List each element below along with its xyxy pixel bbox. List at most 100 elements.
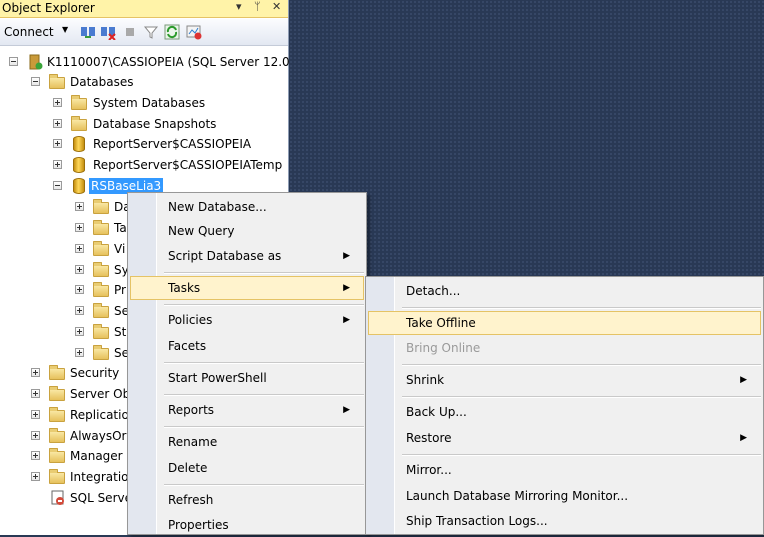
menu-item-policies[interactable]: Policies ▶ (130, 308, 364, 332)
expand-icon[interactable] (31, 389, 40, 398)
expand-icon[interactable] (31, 451, 40, 460)
collapse-icon[interactable] (9, 57, 18, 66)
menu-item-ship-transaction-logs[interactable]: Ship Transaction Logs... (368, 509, 761, 533)
collapse-icon[interactable] (53, 181, 62, 190)
expand-icon[interactable] (53, 98, 62, 107)
folder-icon (49, 365, 65, 380)
menu-item-back-up[interactable]: Back Up... (368, 400, 761, 424)
tree-node-child[interactable]: Ta (0, 218, 130, 238)
menu-item-take-offline[interactable]: Take Offline (368, 311, 761, 335)
tree-node-replication[interactable]: Replicatio (0, 405, 130, 425)
menu-item-new-database[interactable]: New Database... (130, 195, 364, 219)
activity-monitor-icon[interactable] (186, 24, 202, 40)
menu-item-script-database-as[interactable]: Script Database as ▶ (130, 244, 364, 268)
expand-icon[interactable] (75, 265, 84, 274)
expand-icon[interactable] (75, 202, 84, 211)
submenu-arrow-icon: ▶ (740, 433, 747, 443)
folder-icon (49, 469, 65, 484)
menu-item-mirror[interactable]: Mirror... (368, 458, 761, 482)
menu-item-tasks[interactable]: Tasks ▶ (130, 276, 364, 300)
menu-item-label: Bring Online (406, 341, 481, 355)
submenu-arrow-icon: ▶ (343, 251, 350, 261)
tree-node-child[interactable]: Se (0, 301, 130, 321)
tree-node-child[interactable]: Sy (0, 260, 130, 280)
menu-item-bring-online: Bring Online (368, 336, 761, 360)
folder-icon (93, 241, 109, 256)
tree-node-child[interactable]: Da (0, 197, 131, 217)
expand-icon[interactable] (53, 139, 62, 148)
tree-label: Security (70, 366, 120, 380)
window-position-dropdown-icon[interactable]: ▾ (236, 0, 242, 13)
menu-item-launch-mirroring-monitor[interactable]: Launch Database Mirroring Monitor... (368, 484, 761, 508)
tree-node-server-objects[interactable]: Server Ob (0, 384, 130, 404)
tasks-submenu: Detach... Take Offline Bring Online Shri… (365, 276, 764, 535)
connect-dropdown-icon[interactable]: ▼ (62, 25, 68, 34)
menu-item-reports[interactable]: Reports ▶ (130, 398, 364, 422)
filter-icon[interactable] (143, 24, 159, 40)
expand-icon[interactable] (31, 472, 40, 481)
expand-icon[interactable] (31, 431, 40, 440)
menu-item-label: Shrink (406, 373, 445, 387)
expand-icon[interactable] (53, 160, 62, 169)
folder-icon (49, 428, 65, 443)
refresh-icon[interactable] (164, 24, 180, 40)
tree-node-alwayson[interactable]: AlwaysOr (0, 426, 130, 446)
tree-node-databases[interactable]: Databases (0, 72, 289, 92)
expand-icon[interactable] (75, 244, 84, 253)
tree-node-reportserver-temp[interactable]: ReportServer$CASSIOPEIATemp (0, 155, 289, 175)
tree-label: Vi (114, 242, 126, 256)
menu-item-label: Reports (168, 403, 215, 417)
menu-item-shrink[interactable]: Shrink ▶ (368, 368, 761, 392)
tree-node-security[interactable]: Security (0, 363, 130, 383)
object-explorer-toolbar: Connect ▼ (0, 19, 288, 46)
tree-node-system-databases[interactable]: System Databases (0, 93, 289, 113)
tree-node-child[interactable]: Vi (0, 239, 130, 259)
tree-node-database-snapshots[interactable]: Database Snapshots (0, 114, 289, 134)
expand-icon[interactable] (75, 348, 84, 357)
menu-separator (164, 272, 364, 274)
menu-item-label: Refresh (168, 493, 214, 507)
menu-item-start-powershell[interactable]: Start PowerShell (130, 366, 364, 390)
expand-icon[interactable] (75, 285, 84, 294)
stop-icon[interactable] (122, 24, 138, 40)
menu-item-detach[interactable]: Detach... (368, 279, 761, 303)
close-icon[interactable]: ✕ (272, 0, 281, 13)
tree-label: ReportServer$CASSIOPEIATemp (93, 158, 283, 172)
menu-item-label: Rename (168, 435, 218, 449)
tree-node-sql-agent[interactable]: SQL Serve (0, 488, 132, 508)
tree-node-child[interactable]: Se (0, 343, 130, 363)
tree-node-integration[interactable]: Integratio (0, 467, 130, 487)
database-icon (73, 157, 85, 173)
disconnect-icon[interactable] (100, 24, 116, 41)
menu-item-facets[interactable]: Facets (130, 334, 364, 358)
database-context-menu: New Database... New Query Script Databas… (127, 192, 367, 535)
tree-label: St (114, 325, 127, 339)
sql-agent-icon (50, 490, 66, 512)
expand-icon[interactable] (53, 119, 62, 128)
tree-node-child[interactable]: St (0, 322, 130, 342)
menu-item-refresh[interactable]: Refresh (130, 488, 364, 512)
menu-item-new-query[interactable]: New Query (130, 219, 364, 243)
menu-item-delete[interactable]: Delete (130, 456, 364, 480)
expand-icon[interactable] (31, 368, 40, 377)
tree-node-reportserver[interactable]: ReportServer$CASSIOPEIA (0, 134, 289, 154)
folder-icon (49, 74, 65, 89)
connect-button[interactable]: Connect (4, 25, 54, 39)
tree-node-child[interactable]: Pr (0, 280, 130, 300)
expand-icon[interactable] (75, 327, 84, 336)
auto-hide-pin-icon[interactable]: ᛘ (254, 0, 261, 13)
menu-separator (164, 426, 364, 428)
tree-node-management[interactable]: Manager (0, 446, 130, 466)
menu-item-restore[interactable]: Restore ▶ (368, 426, 761, 450)
menu-item-rename[interactable]: Rename (130, 430, 364, 454)
menu-item-properties[interactable]: Properties (130, 513, 364, 537)
expand-icon[interactable] (75, 223, 84, 232)
menu-item-label: Facets (168, 339, 207, 353)
collapse-icon[interactable] (31, 77, 40, 86)
menu-separator (164, 394, 364, 396)
tree-label: Server Ob (70, 387, 131, 401)
connect-object-explorer-icon[interactable] (80, 24, 96, 40)
tree-node-server[interactable]: K1110007\CASSIOPEIA (SQL Server 12.0 (0, 52, 290, 72)
expand-icon[interactable] (75, 306, 84, 315)
expand-icon[interactable] (31, 410, 40, 419)
